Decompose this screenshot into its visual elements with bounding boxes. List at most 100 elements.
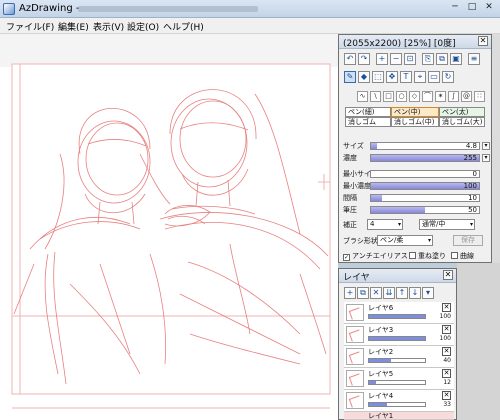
brush-shape-select[interactable]: ペン/柔 ▾ xyxy=(377,235,433,246)
tab-free-line[interactable]: ∿ xyxy=(357,91,368,102)
layer-menu-icon[interactable]: ▾ xyxy=(422,287,434,299)
layer-visibility-icon[interactable]: ✕ xyxy=(442,303,451,312)
text-tool-icon[interactable]: T xyxy=(400,71,412,83)
brush-eraser-medium[interactable]: 消しゴム(中) xyxy=(391,117,439,127)
chevron-down-icon: ▾ xyxy=(469,221,473,228)
pressure-slider-row: 筆圧 50 xyxy=(343,205,489,215)
tab-polyline[interactable]: ⌒ xyxy=(422,91,433,102)
tab-spiral[interactable]: @ xyxy=(461,91,472,102)
tool-panel-header[interactable]: (2055x2200) [25%] [0度] ✕ xyxy=(339,35,491,49)
layer-row[interactable]: レイヤ3 ✕ 100 xyxy=(344,324,454,346)
pressure-value: 50 xyxy=(468,206,477,214)
tab-dots[interactable]: ∷ xyxy=(474,91,485,102)
pen-tool-icon[interactable]: ✎ xyxy=(344,71,356,83)
layer-row[interactable]: レイヤ2 ✕ 40 xyxy=(344,346,454,368)
layer-opacity-bar[interactable] xyxy=(368,358,426,363)
size-slider-row: サイズ 4.8 ▾ xyxy=(343,141,490,151)
canvas-info: (2055x2200) [25%] [0度] xyxy=(343,39,456,49)
panel-menu-icon[interactable]: ≡ xyxy=(468,53,480,65)
fill-tool-icon[interactable]: ◆ xyxy=(358,71,370,83)
layer-down-icon[interactable]: ↓ xyxy=(409,287,421,299)
interval-slider-row: 間隔 10 xyxy=(343,193,489,203)
new-layer-icon[interactable]: + xyxy=(344,287,356,299)
delete-layer-icon[interactable]: ✕ xyxy=(370,287,382,299)
paste-icon[interactable]: ⧉ xyxy=(436,53,448,65)
tab-circle[interactable]: ○ xyxy=(396,91,407,102)
overpaint-checkbox[interactable]: 重ね塗り xyxy=(409,251,446,261)
zoom-out-icon[interactable]: − xyxy=(390,53,402,65)
layer-opacity-bar[interactable] xyxy=(368,380,426,385)
duplicate-layer-icon[interactable]: ⧉ xyxy=(357,287,369,299)
size-label: サイズ xyxy=(343,142,364,150)
redo-icon[interactable]: ↷ xyxy=(358,53,370,65)
pressure-slider[interactable]: 50 xyxy=(370,206,480,214)
checkbox-box xyxy=(409,252,416,259)
curve-checkbox[interactable]: 曲線 xyxy=(451,251,474,261)
check-icon: ✓ xyxy=(343,254,350,261)
copy-icon[interactable]: ⎘ xyxy=(422,53,434,65)
menu-help[interactable]: ヘルプ(H) xyxy=(163,20,204,33)
menu-edit[interactable]: 編集(E) xyxy=(58,20,89,33)
layer-panel: レイヤ ✕ + ⧉ ✕ ⇊ ↑ ↓ ▾ レイヤ6 ✕ 100 レイヤ3 ✕ 10… xyxy=(338,268,457,420)
picker-tool-icon[interactable]: ⌖ xyxy=(414,71,426,83)
menu-view[interactable]: 表示(V) xyxy=(93,20,124,33)
tab-diamond[interactable]: ◇ xyxy=(409,91,420,102)
tool-panel-close-icon[interactable]: ✕ xyxy=(478,36,488,46)
close-button[interactable]: ✕ xyxy=(482,1,496,15)
layer-row[interactable]: レイヤ6 ✕ 100 xyxy=(344,302,454,324)
layer-row-current[interactable]: レイヤ1 xyxy=(344,412,454,420)
interval-slider[interactable]: 10 xyxy=(370,194,480,202)
maximize-button[interactable]: □ xyxy=(465,1,479,15)
layer-panel-header[interactable]: レイヤ ✕ xyxy=(339,269,456,283)
chevron-down-icon: ▾ xyxy=(397,221,401,228)
layer-opacity-bar[interactable] xyxy=(368,336,426,341)
save-brush-button[interactable]: 保存 xyxy=(453,235,483,246)
min-size-slider[interactable]: 0 xyxy=(370,170,480,178)
brush-eraser-large[interactable]: 消しゴム(大) xyxy=(439,117,485,127)
correction-select[interactable]: 4 ▾ xyxy=(367,219,403,230)
size-slider[interactable]: 4.8 xyxy=(370,142,480,150)
brush-pen-medium[interactable]: ペン(中) xyxy=(391,107,439,117)
zoom-in-icon[interactable]: + xyxy=(376,53,388,65)
menu-settings[interactable]: 設定(O) xyxy=(127,20,159,33)
mode-select[interactable]: 通常/中 ▾ xyxy=(419,219,475,230)
brush-pen-fine[interactable]: ペン(細) xyxy=(345,107,391,117)
layer-visibility-icon[interactable]: ✕ xyxy=(442,325,451,334)
size-value: 4.8 xyxy=(465,142,477,150)
move-tool-icon[interactable]: ✥ xyxy=(386,71,398,83)
min-size-slider-row: 最小サイズ 0 xyxy=(343,169,489,179)
tab-curve[interactable]: ∫ xyxy=(448,91,459,102)
correction-value: 4 xyxy=(370,220,375,228)
size-dropdown-icon[interactable]: ▾ xyxy=(482,142,490,150)
layer-opacity-bar[interactable] xyxy=(368,402,426,407)
zoom-reset-icon[interactable]: ⊡ xyxy=(404,53,416,65)
layer-opacity-value: 100 xyxy=(439,313,451,320)
density-dropdown-icon[interactable]: ▾ xyxy=(482,154,490,162)
layer-opacity-bar[interactable] xyxy=(368,314,426,319)
select-tool-icon[interactable]: ⬚ xyxy=(372,71,384,83)
tab-box[interactable]: □ xyxy=(383,91,394,102)
layer-visibility-icon[interactable]: ✕ xyxy=(442,369,451,378)
layer-visibility-icon[interactable]: ✕ xyxy=(442,347,451,356)
min-density-label: 最小濃度 xyxy=(343,182,371,190)
save-icon[interactable]: ▣ xyxy=(450,53,462,65)
density-slider[interactable]: 255 xyxy=(370,154,480,162)
layer-up-icon[interactable]: ↑ xyxy=(396,287,408,299)
tab-star[interactable]: ✶ xyxy=(435,91,446,102)
min-density-slider[interactable]: 100 xyxy=(370,182,480,190)
undo-icon[interactable]: ↶ xyxy=(344,53,356,65)
antialias-checkbox[interactable]: ✓ アンチエイリアス xyxy=(343,251,408,261)
layer-row[interactable]: レイヤ4 ✕ 33 xyxy=(344,390,454,412)
interval-value: 10 xyxy=(468,194,477,202)
brush-pen-thick[interactable]: ペン(太) xyxy=(439,107,485,117)
minimize-button[interactable]: ─ xyxy=(448,1,462,15)
layer-row[interactable]: レイヤ5 ✕ 12 xyxy=(344,368,454,390)
tab-straight[interactable]: \ xyxy=(370,91,381,102)
layer-panel-close-icon[interactable]: ✕ xyxy=(443,270,453,280)
menu-file[interactable]: ファイル(F) xyxy=(6,20,54,33)
rotate-tool-icon[interactable]: ↻ xyxy=(442,71,454,83)
brush-eraser[interactable]: 消しゴム xyxy=(345,117,391,127)
shape-tool-icon[interactable]: ▭ xyxy=(428,71,440,83)
merge-layer-icon[interactable]: ⇊ xyxy=(383,287,395,299)
layer-visibility-icon[interactable]: ✕ xyxy=(442,391,451,400)
